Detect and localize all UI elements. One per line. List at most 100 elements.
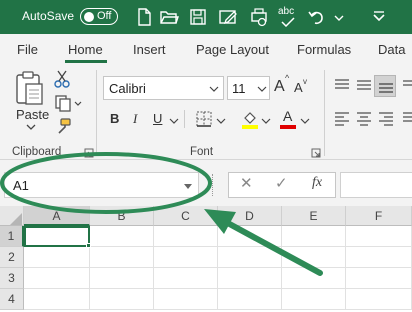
name-box[interactable]: A1 [4, 172, 199, 198]
cell-f2[interactable] [346, 247, 412, 268]
customize-icon[interactable] [368, 6, 390, 28]
autosave-toggle[interactable]: Off [80, 8, 118, 25]
cell-b3[interactable] [90, 268, 154, 289]
select-all-corner[interactable] [0, 206, 24, 226]
cell-e2[interactable] [282, 247, 346, 268]
cancel-button[interactable]: ✕ [240, 174, 253, 192]
cell-c1[interactable] [154, 226, 218, 247]
cell-c4[interactable] [154, 289, 218, 310]
column-header-b[interactable]: B [90, 206, 154, 226]
worksheet-grid: A B C D E F 1 2 3 4 [0, 206, 412, 312]
bottom-align-icon [379, 83, 393, 93]
underline-dropdown-icon[interactable] [169, 117, 179, 125]
tab-page-layout[interactable]: Page Layout [196, 42, 269, 57]
font-launcher-icon[interactable] [311, 148, 321, 158]
bottom-align-button[interactable] [374, 75, 396, 97]
align-left-icon[interactable] [333, 110, 351, 126]
enter-button[interactable]: ✓ [275, 174, 288, 192]
formula-splitter[interactable] [212, 174, 215, 196]
middle-align-icon[interactable] [355, 77, 373, 93]
fill-color-dropdown-icon[interactable] [261, 117, 271, 125]
cell-a3[interactable] [24, 268, 90, 289]
font-name-dropdown-icon[interactable] [209, 85, 219, 93]
orientation-icon[interactable] [401, 77, 412, 93]
align-center-icon[interactable] [355, 110, 373, 126]
column-header-a[interactable]: A [24, 206, 90, 226]
print-preview-icon[interactable] [248, 6, 270, 28]
italic-button[interactable]: I [133, 111, 137, 127]
column-header-e[interactable]: E [282, 206, 346, 226]
clipboard-launcher-icon[interactable] [84, 148, 94, 158]
cell-e3[interactable] [282, 268, 346, 289]
column-header-f[interactable]: F [346, 206, 412, 226]
cell-b1[interactable] [90, 226, 154, 247]
shrink-font-button[interactable]: A [294, 80, 303, 95]
spelling-icon[interactable]: abc [276, 6, 298, 28]
insert-function-button[interactable]: fx [312, 175, 322, 191]
indent-icon[interactable] [401, 110, 412, 126]
fill-color-icon[interactable] [241, 109, 259, 129]
cell-c3[interactable] [154, 268, 218, 289]
shrink-font-caret: v [303, 77, 307, 86]
cell-b2[interactable] [90, 247, 154, 268]
cell-e1[interactable] [282, 226, 346, 247]
open-folder-icon[interactable] [158, 6, 180, 28]
row-header-3[interactable]: 3 [0, 268, 24, 289]
new-file-icon[interactable] [133, 6, 155, 28]
align-right-icon[interactable] [377, 110, 395, 126]
cell-b4[interactable] [90, 289, 154, 310]
spelling-glyph: abc [278, 6, 295, 17]
font-color-button[interactable]: A [283, 108, 292, 124]
font-color-dropdown-icon[interactable] [300, 117, 310, 125]
font-name-box[interactable]: Calibri [103, 76, 224, 100]
borders-icon[interactable] [195, 110, 213, 128]
undo-icon[interactable] [306, 6, 328, 28]
cell-d3[interactable] [218, 268, 282, 289]
tab-formulas[interactable]: Formulas [297, 42, 351, 57]
copy-icon[interactable] [54, 94, 72, 112]
paste-icon[interactable] [14, 70, 46, 106]
title-bar: AutoSave Off abc [0, 0, 412, 34]
grow-font-button[interactable]: A [274, 78, 285, 96]
cell-d4[interactable] [218, 289, 282, 310]
name-box-dropdown-icon[interactable] [183, 183, 193, 190]
row-header-1[interactable]: 1 [0, 226, 24, 247]
top-align-icon[interactable] [333, 77, 351, 93]
font-divider [184, 110, 185, 128]
paste-dropdown-icon[interactable] [25, 123, 37, 131]
tab-data[interactable]: Data [378, 42, 405, 57]
save-icon[interactable] [187, 6, 209, 28]
underline-button[interactable]: U [153, 111, 162, 126]
font-size-box[interactable]: 11 [227, 76, 270, 100]
bold-button[interactable]: B [110, 111, 119, 126]
font-size-dropdown-icon[interactable] [257, 85, 267, 93]
column-header-c[interactable]: C [154, 206, 218, 226]
copy-dropdown-icon[interactable] [73, 100, 83, 108]
fill-handle[interactable] [86, 243, 91, 248]
cell-d1[interactable] [218, 226, 282, 247]
cell-f4[interactable] [346, 289, 412, 310]
column-header-d[interactable]: D [218, 206, 282, 226]
select-all-icon [10, 213, 22, 225]
cell-c2[interactable] [154, 247, 218, 268]
edit-icon[interactable] [217, 6, 239, 28]
cell-a4[interactable] [24, 289, 90, 310]
formula-input[interactable] [340, 172, 412, 198]
format-painter-icon[interactable] [54, 117, 72, 135]
cell-f1[interactable] [346, 226, 412, 247]
borders-dropdown-icon[interactable] [216, 117, 226, 125]
active-cell-a1[interactable] [24, 226, 90, 247]
cell-d2[interactable] [218, 247, 282, 268]
cell-f3[interactable] [346, 268, 412, 289]
cut-icon[interactable] [54, 70, 70, 88]
row-header-2[interactable]: 2 [0, 247, 24, 268]
cell-e4[interactable] [282, 289, 346, 310]
paste-label[interactable]: Paste [16, 107, 49, 122]
cell-a2[interactable] [24, 247, 90, 268]
tab-insert[interactable]: Insert [133, 42, 166, 57]
tab-file[interactable]: File [17, 42, 38, 57]
undo-dropdown-icon[interactable] [328, 6, 350, 28]
tab-home[interactable]: Home [68, 42, 103, 57]
row-header-4[interactable]: 4 [0, 289, 24, 310]
font-name-value: Calibri [109, 81, 146, 96]
